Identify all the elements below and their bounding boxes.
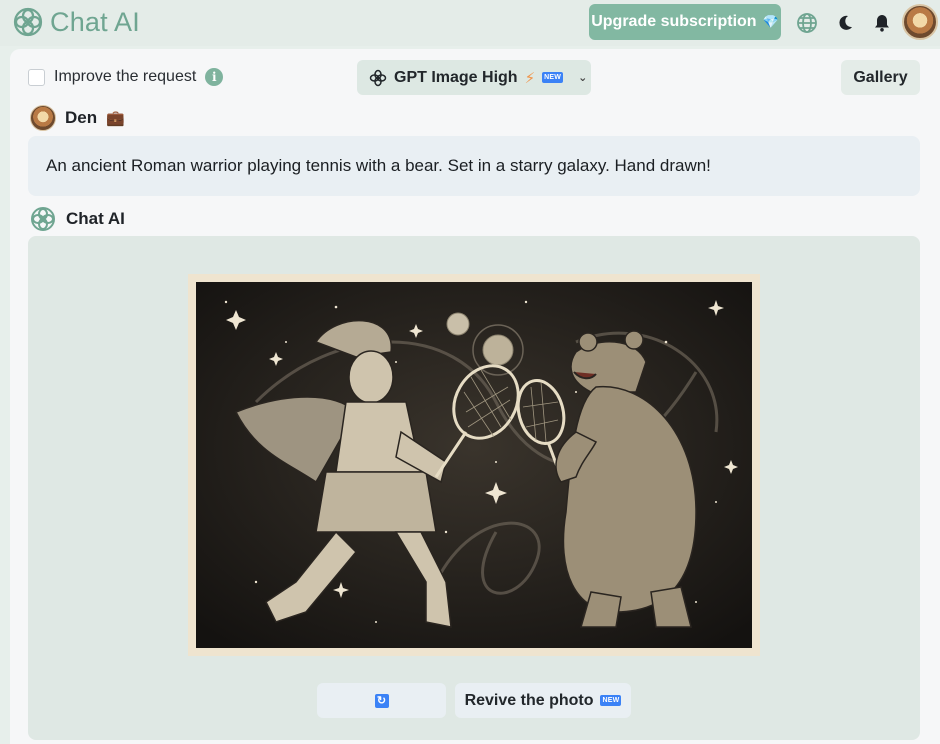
globe-icon[interactable] [795, 11, 819, 35]
user-message-header: Den 💼 [30, 105, 125, 131]
user-avatar-small [30, 105, 56, 131]
user-prompt-message: An ancient Roman warrior playing tennis … [28, 136, 920, 196]
brand[interactable]: Chat AI [12, 6, 140, 38]
upgrade-label: Upgrade subscription [591, 13, 757, 30]
chevron-down-icon: ⌄ [578, 72, 588, 84]
revive-photo-button[interactable]: Revive the photo NEW [455, 683, 631, 718]
new-badge: NEW [542, 72, 564, 83]
warrior-bear-tennis-illustration [196, 282, 752, 648]
diamond-icon: 💎 [762, 14, 779, 29]
prompt-text: An ancient Roman warrior playing tennis … [46, 156, 711, 175]
moon-icon[interactable] [833, 11, 857, 35]
ai-message-header: Chat AI [30, 206, 125, 232]
top-bar: Chat AI Upgrade subscription 💎 [0, 0, 940, 46]
new-badge: NEW [600, 695, 622, 706]
openai-icon [369, 69, 387, 86]
revive-label: Revive the photo [464, 691, 594, 709]
model-label: GPT Image High [394, 68, 518, 86]
briefcase-icon: 💼 [106, 110, 125, 127]
bell-icon[interactable] [870, 11, 894, 35]
chat-panel: Improve the request i GPT Image High ⚡ N… [10, 49, 940, 744]
chat-ai-logo-icon [13, 7, 43, 37]
improve-request-toggle[interactable]: Improve the request i [28, 68, 224, 86]
regenerate-button[interactable]: ↻ [317, 683, 446, 718]
improve-request-checkbox[interactable] [28, 68, 45, 86]
info-icon[interactable]: i [205, 68, 224, 86]
improve-request-label: Improve the request [54, 68, 197, 85]
generated-image[interactable] [188, 274, 760, 656]
model-select[interactable]: GPT Image High ⚡ NEW ⌄ [357, 60, 591, 95]
ai-name: Chat AI [66, 209, 125, 228]
user-name: Den [65, 108, 98, 127]
ai-response: ↻ Revive the photo NEW [28, 236, 920, 740]
user-avatar[interactable] [902, 4, 938, 40]
gallery-button[interactable]: Gallery [841, 60, 920, 95]
brand-name: Chat AI [50, 6, 140, 37]
refresh-icon: ↻ [374, 693, 389, 708]
chat-ai-avatar-icon [31, 207, 55, 231]
lightning-icon: ⚡ [524, 69, 536, 87]
upgrade-subscription-button[interactable]: Upgrade subscription 💎 [589, 4, 781, 40]
